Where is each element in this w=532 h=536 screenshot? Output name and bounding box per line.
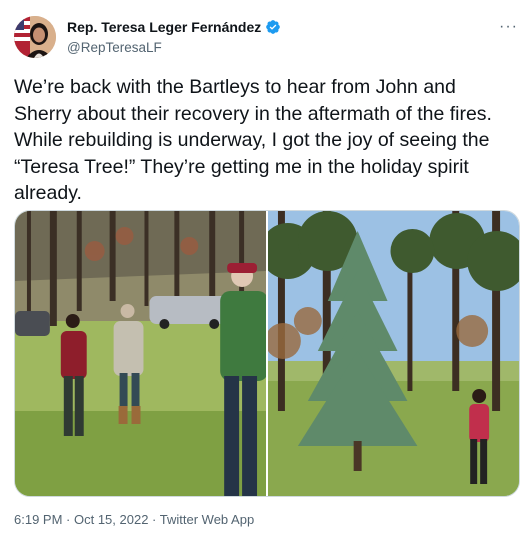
tweet-text: We’re back with the Bartleys to hear fro… [14,76,492,204]
tweet-header: Rep. Teresa Leger Fernández @RepTeresaLF… [14,14,518,58]
avatar-image [14,16,56,58]
author-display-name[interactable]: Rep. Teresa Leger Fernández [67,19,261,35]
photo-2[interactable] [268,211,519,496]
tweet-date[interactable]: Oct 15, 2022 [74,512,148,527]
photo-1-image [15,211,266,496]
tweet-source[interactable]: Twitter Web App [160,512,254,527]
verified-badge-icon [266,20,281,34]
tweet-meta: 6:19 PM · Oct 15, 2022 · Twitter Web App [14,512,254,527]
author-names: Rep. Teresa Leger Fernández @RepTeresaLF [67,19,281,55]
tweet-time[interactable]: 6:19 PM [14,512,62,527]
tweet-media [14,210,520,497]
meta-separator-2: · [148,512,160,527]
author-avatar[interactable] [14,16,56,58]
more-options-button[interactable]: ··· [499,18,518,36]
photo-2-image [268,211,519,496]
author-handle[interactable]: @RepTeresaLF [67,40,281,55]
meta-separator-1: · [62,512,74,527]
author-display-name-row[interactable]: Rep. Teresa Leger Fernández [67,19,281,35]
photo-1[interactable] [15,211,266,496]
